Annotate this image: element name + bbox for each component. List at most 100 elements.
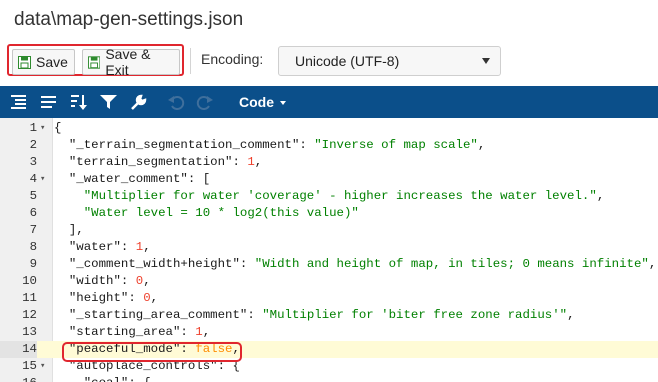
code-token: "width" — [54, 274, 121, 288]
code-token: : — [180, 325, 196, 339]
code-token: : — [120, 274, 136, 288]
code-line[interactable]: 8 "water": 1, — [0, 239, 658, 256]
code-token: , — [254, 155, 263, 169]
code-line[interactable]: 1 ▾ { — [0, 120, 658, 137]
line-number: 2 — [29, 138, 37, 152]
format-icon[interactable] — [10, 94, 27, 110]
code-token: : — [128, 291, 144, 305]
code-line[interactable]: 10 "width": 0, — [0, 273, 658, 290]
code-token: , — [143, 274, 151, 288]
code-token: 1 — [195, 325, 203, 339]
encoding-value: Unicode (UTF-8) — [295, 53, 400, 69]
code-token: "_comment_width+height" — [54, 257, 240, 271]
save-button[interactable]: Save — [12, 49, 75, 75]
line-number: 10 — [22, 274, 37, 288]
code-token: "Water level = 10 * log2(this value)" — [54, 206, 359, 220]
code-line[interactable]: 13 "starting_area": 1, — [0, 324, 658, 341]
code-token: , — [596, 189, 605, 203]
code-line[interactable]: 5 "Multiplier for water 'coverage' - hig… — [0, 188, 658, 205]
code-token: , — [477, 138, 486, 152]
window-title: data\map-gen-settings.json — [14, 9, 244, 30]
code-line[interactable]: 12 "_starting_area_comment": "Multiplier… — [0, 307, 658, 324]
chevron-down-icon — [482, 58, 490, 64]
code-token: : — [247, 308, 263, 322]
code-token: "_water_comment" — [54, 172, 188, 186]
compact-icon[interactable] — [40, 94, 57, 110]
code-text: "height": 0, — [54, 290, 158, 307]
line-number: 13 — [22, 325, 37, 339]
fold-toggle-icon[interactable]: ▾ — [40, 120, 50, 137]
code-token: "water" — [54, 240, 121, 254]
code-text: "_water_comment": [ — [54, 171, 210, 188]
redo-icon[interactable] — [196, 94, 213, 110]
toolbar-divider — [190, 48, 191, 74]
line-number: 3 — [29, 155, 37, 169]
chevron-down-icon — [280, 101, 286, 106]
code-line[interactable]: 2 "_terrain_segmentation_comment": "Inve… — [0, 137, 658, 154]
mode-label: Code — [239, 94, 274, 110]
peaceful-mode-highlight — [62, 342, 242, 362]
code-token: : { — [128, 376, 150, 382]
code-token: "height" — [54, 291, 129, 305]
save-exit-button[interactable]: Save & Exit — [82, 46, 180, 78]
save-buttons-highlight: Save Save & Exit — [7, 44, 184, 78]
mode-menu[interactable]: Code — [239, 94, 286, 110]
code-line[interactable]: 9 "_comment_width+height": "Width and he… — [0, 256, 658, 273]
code-line[interactable]: 4 ▾ "_water_comment": [ — [0, 171, 658, 188]
repair-icon[interactable] — [130, 94, 147, 110]
code-token: 0 — [143, 291, 151, 305]
line-number: 1 — [29, 121, 37, 135]
line-number: 16 — [0, 375, 37, 382]
code-text: ], — [54, 222, 84, 239]
code-token: "_starting_area_comment" — [54, 308, 248, 322]
code-line[interactable]: 7 ], — [0, 222, 658, 239]
line-number: 7 — [29, 223, 37, 237]
code-token: { — [54, 121, 62, 135]
fold-toggle-icon[interactable]: ▾ — [40, 171, 50, 188]
json-editor-toolbar: Code — [0, 86, 658, 118]
code-token: "coal" — [54, 376, 129, 382]
line-number: 15 — [22, 359, 37, 373]
code-token: "Multiplier for 'biter free zone radius'… — [262, 308, 568, 322]
code-token: : — [232, 155, 248, 169]
code-token: , — [150, 291, 159, 305]
code-text: "starting_area": 1, — [54, 324, 210, 341]
code-token: , — [648, 257, 657, 271]
encoding-select[interactable]: Unicode (UTF-8) — [278, 46, 501, 76]
code-text: "terrain_segmentation": 1, — [54, 154, 262, 171]
save-disk-icon — [18, 55, 31, 69]
code-token: , — [143, 240, 151, 254]
code-line[interactable]: 3 "terrain_segmentation": 1, — [0, 154, 658, 171]
code-line[interactable]: 16 "coal": { — [0, 375, 658, 382]
code-text: "_starting_area_comment": "Multiplier fo… — [54, 307, 575, 324]
toolbar: Save Save & Exit Encoding: Unicode (UTF-… — [0, 38, 658, 84]
save-disk-icon — [88, 55, 101, 69]
code-text: "_comment_width+height": "Width and heig… — [54, 256, 656, 273]
code-token: , — [567, 308, 575, 322]
line-number: 14 — [0, 341, 37, 358]
line-number: 11 — [22, 291, 37, 305]
code-line[interactable]: 6 "Water level = 10 * log2(this value)" — [0, 205, 658, 222]
code-text: "Water level = 10 * log2(this value)" — [54, 205, 359, 222]
code-text: "_terrain_segmentation_comment": "Invers… — [54, 137, 485, 154]
code-token: : — [239, 257, 255, 271]
save-label: Save — [36, 54, 68, 70]
filter-icon[interactable] — [100, 94, 117, 110]
code-token: : [ — [187, 172, 211, 186]
save-exit-label: Save & Exit — [105, 46, 151, 78]
code-token: "_terrain_segmentation_comment" — [54, 138, 300, 152]
line-number: 12 — [22, 308, 37, 322]
sort-icon[interactable] — [70, 94, 87, 110]
code-token: , — [202, 325, 211, 339]
code-token: 1 — [247, 155, 255, 169]
code-text: "coal": { — [54, 375, 151, 382]
code-text: "water": 1, — [54, 239, 151, 256]
code-token: "Multiplier for water 'coverage' - highe… — [54, 189, 597, 203]
undo-icon[interactable] — [168, 94, 185, 110]
line-number: 8 — [29, 240, 37, 254]
code-token: : — [299, 138, 315, 152]
code-line[interactable]: 11 "height": 0, — [0, 290, 658, 307]
code-editor[interactable]: 1 ▾{2 "_terrain_segmentation_comment": "I… — [0, 118, 658, 382]
fold-toggle-icon[interactable]: ▾ — [40, 358, 50, 375]
code-token: : — [120, 240, 136, 254]
